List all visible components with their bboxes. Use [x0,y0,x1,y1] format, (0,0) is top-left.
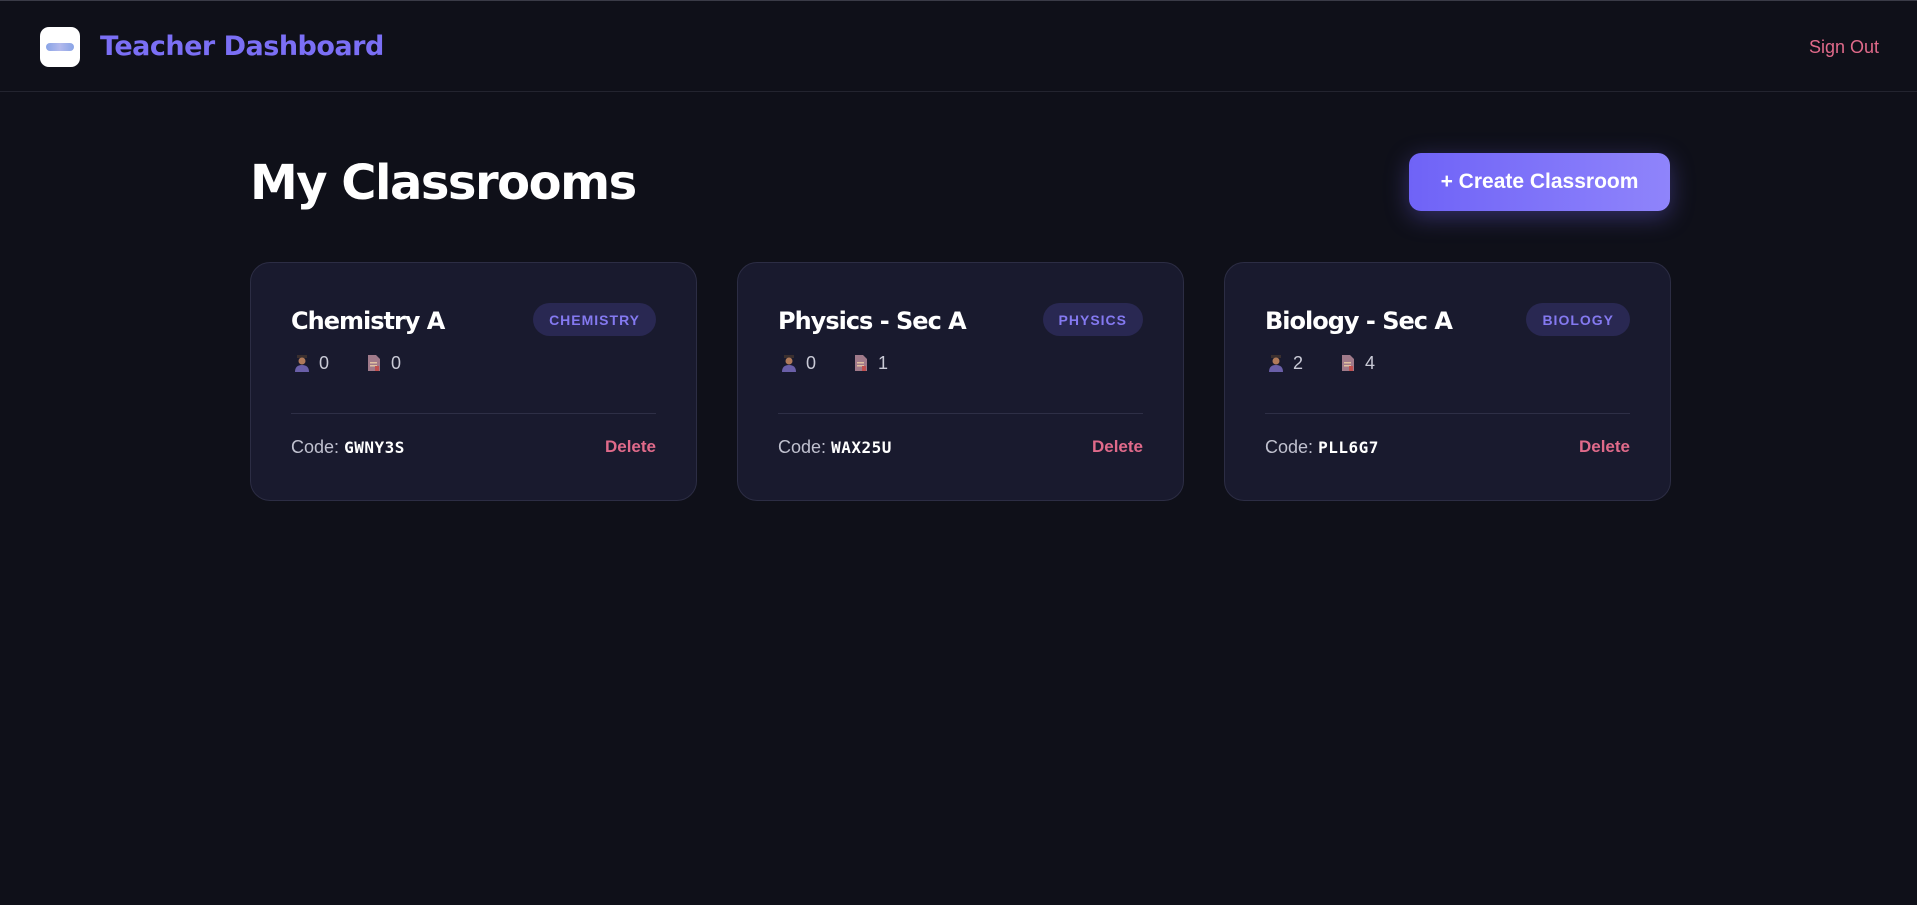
subject-badge: BIOLOGY [1526,303,1630,336]
student-count: 0 [780,351,816,375]
classroom-list: Chemistry A CHEMISTRY 0 0 Code: GWNY3S D… [250,262,1671,501]
student-icon [293,353,311,373]
document-icon [852,353,870,373]
logo-mark [46,43,74,51]
assignment-count: 0 [365,351,401,375]
student-count: 2 [1267,351,1303,375]
assignment-count-value: 1 [878,352,889,373]
class-code-value: WAX25U [831,438,892,457]
assignment-count-value: 4 [1365,352,1376,373]
student-icon [1267,353,1285,373]
document-icon [365,353,383,373]
class-code-value: GWNY3S [344,438,405,457]
assignment-count: 1 [852,351,888,375]
top-navigation-bar: Teacher Dashboard Sign Out [0,0,1917,92]
class-code-label: Code: [1265,437,1314,457]
assignment-count: 4 [1339,351,1375,375]
student-count: 0 [293,351,329,375]
class-code-value: PLL6G7 [1318,438,1379,457]
delete-classroom-button[interactable]: Delete [1092,435,1143,459]
classroom-card[interactable]: Chemistry A CHEMISTRY 0 0 Code: GWNY3S D… [250,262,697,501]
classroom-name: Chemistry A [291,307,445,335]
dashboard-title: Teacher Dashboard [100,31,384,62]
class-code-label: Code: [778,437,827,457]
classroom-name: Biology - Sec A [1265,307,1453,335]
student-icon [780,353,798,373]
subject-badge: CHEMISTRY [533,303,656,336]
classroom-card[interactable]: Physics - Sec A PHYSICS 0 1 Code: WAX25U… [737,262,1184,501]
card-divider [291,413,656,414]
card-divider [1265,413,1630,414]
sign-out-link[interactable]: Sign Out [1809,35,1879,59]
delete-classroom-button[interactable]: Delete [605,435,656,459]
student-count-value: 0 [806,352,817,373]
card-divider [778,413,1143,414]
classroom-card[interactable]: Biology - Sec A BIOLOGY 2 4 Code: PLL6G7… [1224,262,1671,501]
create-classroom-button[interactable]: + Create Classroom [1409,153,1670,211]
student-count-value: 0 [319,352,330,373]
assignment-count-value: 0 [391,352,402,373]
delete-classroom-button[interactable]: Delete [1579,435,1630,459]
document-icon [1339,353,1357,373]
app-logo[interactable] [40,27,80,67]
class-code: Code: GWNY3S [291,435,405,460]
class-code: Code: WAX25U [778,435,892,460]
student-count-value: 2 [1293,352,1304,373]
page-title: My Classrooms [250,155,637,211]
classroom-name: Physics - Sec A [778,307,967,335]
class-code: Code: PLL6G7 [1265,435,1379,460]
class-code-label: Code: [291,437,340,457]
subject-badge: PHYSICS [1042,303,1143,336]
